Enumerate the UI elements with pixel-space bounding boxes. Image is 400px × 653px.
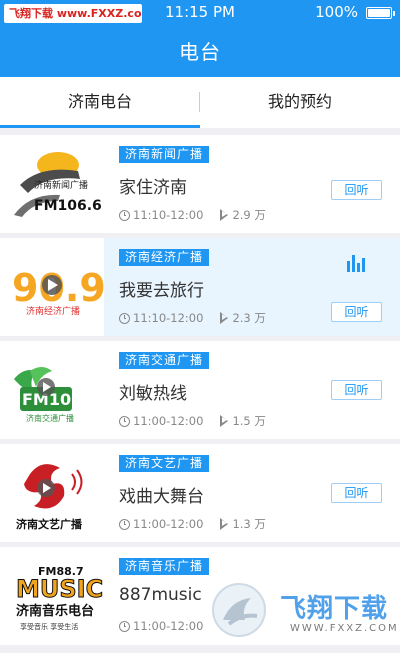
listen-count: 2.9 万 — [232, 208, 266, 222]
logo-brand: MUSIC — [16, 575, 103, 603]
station-logo: 济南文艺广播 — [0, 444, 104, 542]
station-badge: 济南新闻广播 — [119, 146, 210, 163]
program-time: 11:10-12:00 — [133, 208, 204, 222]
program-meta: 11:00-12:00 — [119, 619, 203, 633]
app-header: 飞翔下载 www.FXXZ.com 11:15 PM 100% 电台 — [0, 0, 400, 77]
logo-slogan: 享受音乐 享受生活 — [20, 622, 78, 631]
program-time: 11:10-12:00 — [133, 311, 204, 325]
logo-station-name: 济南文艺广播 — [16, 517, 83, 531]
page-title: 电台 — [179, 40, 221, 64]
replay-button[interactable]: 回听 — [331, 380, 382, 400]
program-item[interactable]: 90.9 济南经济广播 济南经济广播 我要去旅行 11:10-12:00 2.3 … — [0, 238, 400, 336]
logo-frequency: FM103.1 — [22, 390, 99, 409]
program-item[interactable]: 济南新闻广播 FM106.6 济南新闻广播 家住济南 11:10-12:00 2.… — [0, 135, 400, 233]
clock-icon — [119, 519, 130, 530]
program-meta: 11:10-12:00 2.9 万 — [119, 207, 266, 223]
station-logo: FM103.1 济南交通广播 — [0, 341, 104, 439]
logo-station-name: 济南音乐电台 — [16, 603, 94, 619]
station-badge: 济南文艺广播 — [119, 455, 210, 472]
program-item[interactable]: 济南文艺广播 济南文艺广播 戏曲大舞台 11:00-12:00 1.3 万 回听 — [0, 444, 400, 542]
logo-station-name: 济南经济广播 — [26, 305, 80, 317]
play-count-icon — [220, 209, 229, 221]
clock-icon — [119, 416, 130, 427]
battery-icon — [366, 7, 395, 19]
station-logo: FM88.7 MUSIC 济南音乐电台 享受音乐 享受生活 — [0, 547, 104, 645]
replay-button[interactable]: 回听 — [331, 180, 382, 200]
listen-count: 1.3 万 — [232, 517, 266, 531]
battery-percent: 100% — [315, 3, 358, 21]
clock-icon — [119, 313, 130, 324]
station-logo: 90.9 济南经济广播 — [0, 238, 104, 336]
status-bar: 飞翔下载 www.FXXZ.com 11:15 PM 100% — [0, 0, 400, 26]
program-meta: 11:00-12:00 1.3 万 — [119, 516, 266, 532]
replay-button[interactable]: 回听 — [331, 483, 382, 503]
watermark-url: WWW.FXXZ.COM — [290, 623, 399, 634]
program-time: 11:00-12:00 — [133, 619, 204, 633]
program-item[interactable]: FM103.1 济南交通广播 济南交通广播 刘敏热线 11:00-12:00 1.… — [0, 341, 400, 439]
tab-jinan-radio[interactable]: 济南电台 — [0, 77, 200, 128]
program-meta: 11:00-12:00 1.5 万 — [119, 413, 266, 429]
now-playing-equalizer-icon — [347, 254, 367, 272]
watermark-overlay: 飞翔下载 WWW.FXXZ.COM — [205, 580, 400, 640]
station-badge: 济南经济广播 — [119, 249, 210, 266]
play-count-icon — [220, 415, 229, 427]
play-count-icon — [220, 312, 229, 324]
clock-icon — [119, 621, 130, 632]
program-title: 887music — [119, 585, 202, 605]
program-title: 戏曲大舞台 — [119, 487, 204, 507]
station-logo: 济南新闻广播 FM106.6 — [0, 135, 104, 233]
play-count-icon — [220, 518, 229, 530]
logo-station-name: 济南新闻广播 — [34, 179, 88, 191]
program-time: 11:00-12:00 — [133, 414, 204, 428]
watermark-logo-icon — [212, 583, 266, 637]
program-time: 11:00-12:00 — [133, 517, 204, 531]
program-title: 我要去旅行 — [119, 281, 204, 301]
replay-button[interactable]: 回听 — [331, 302, 382, 322]
logo-frequency: FM106.6 — [34, 198, 102, 214]
active-tab-indicator — [0, 125, 200, 128]
clock-icon — [119, 210, 130, 221]
program-title: 家住济南 — [119, 178, 187, 198]
tab-bar: 济南电台 我的预约 — [0, 77, 400, 128]
program-meta: 11:10-12:00 2.3 万 — [119, 310, 266, 326]
listen-count: 2.3 万 — [232, 311, 266, 325]
watermark-text: 飞翔下载 — [280, 594, 389, 624]
station-badge: 济南交通广播 — [119, 352, 210, 369]
tab-my-reservations[interactable]: 我的预约 — [200, 77, 400, 128]
station-badge: 济南音乐广播 — [119, 558, 210, 575]
program-title: 刘敏热线 — [119, 384, 187, 404]
listen-count: 1.5 万 — [232, 414, 266, 428]
logo-station-name: 济南交通广播 — [26, 413, 74, 423]
